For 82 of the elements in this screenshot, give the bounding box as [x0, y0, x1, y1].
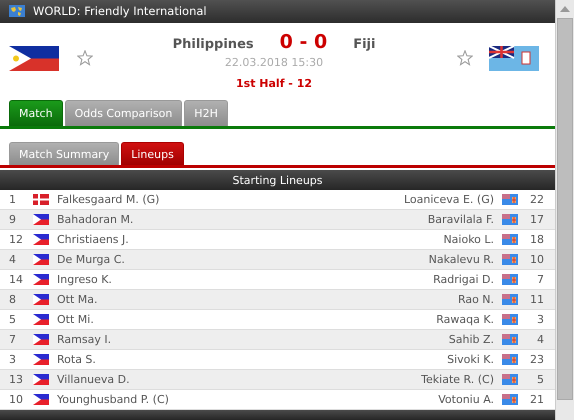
player-name[interactable]: Rota S. — [57, 353, 96, 366]
player-name[interactable]: Sahib Z. — [448, 333, 494, 346]
tab[interactable]: Lineups — [121, 142, 184, 166]
player-name[interactable]: Christiaens J. — [57, 233, 129, 246]
flag-icon — [502, 294, 518, 306]
player-name[interactable]: Rao N. — [458, 293, 494, 306]
shirt-number: 5 — [9, 313, 17, 326]
shirt-number: 18 — [529, 233, 544, 246]
tab[interactable]: Match — [9, 100, 63, 126]
section-title: Starting Lineups — [232, 174, 323, 187]
flag-icon — [502, 334, 518, 346]
score: 0 - 0 — [280, 30, 328, 53]
player-name[interactable]: Younghusband P. (C) — [57, 393, 169, 406]
player-name[interactable]: Votoniu A. — [438, 393, 494, 406]
flag-icon — [33, 274, 49, 286]
shirt-number: 7 — [536, 273, 544, 286]
flag-icon — [33, 294, 49, 306]
flag-icon — [33, 354, 49, 366]
flag-icon — [502, 234, 518, 246]
flag-icon — [33, 334, 49, 346]
player-name[interactable]: Tekiate R. (C) — [421, 373, 494, 386]
shirt-number: 17 — [529, 213, 544, 226]
flag-icon — [33, 214, 49, 226]
flag-icon — [9, 46, 59, 71]
shirt-number: 8 — [9, 293, 17, 306]
shirt-number: 7 — [9, 333, 17, 346]
player-name[interactable]: Ott Mi. — [57, 313, 94, 326]
favorite-star-icon[interactable] — [457, 50, 474, 66]
player-name[interactable]: Rawaqa K. — [436, 313, 494, 326]
player-name[interactable]: Villanueva D. — [57, 373, 130, 386]
scrollbar[interactable] — [555, 0, 574, 420]
player-name[interactable]: Sivoki K. — [447, 353, 494, 366]
away-team-name: Fiji — [353, 36, 376, 52]
flag-icon — [502, 274, 518, 286]
flag-icon — [33, 374, 49, 386]
flag-icon — [33, 254, 49, 266]
player-name[interactable]: Falkesgaard M. (G) — [57, 193, 160, 206]
player-name[interactable]: De Murga C. — [57, 253, 125, 266]
shirt-number: 4 — [536, 333, 544, 346]
player-name[interactable]: Radrigai D. — [433, 273, 494, 286]
shirt-number: 10 — [529, 253, 544, 266]
flag-icon — [33, 234, 49, 246]
player-name[interactable]: Loaniceva E. (G) — [404, 193, 494, 206]
shirt-number: 4 — [9, 253, 17, 266]
flag-icon — [33, 394, 49, 406]
shirt-number: 13 — [9, 373, 24, 386]
shirt-number: 14 — [9, 273, 24, 286]
flag-icon — [33, 314, 49, 326]
shirt-number: 1 — [9, 193, 17, 206]
flag-icon — [502, 354, 518, 366]
player-name[interactable]: Nakalevu R. — [428, 253, 494, 266]
player-name[interactable]: Ramsay I. — [57, 333, 112, 346]
shirt-number: 9 — [9, 213, 17, 226]
shirt-number: 22 — [529, 193, 544, 206]
flag-icon — [502, 314, 518, 326]
flag-icon — [33, 194, 49, 206]
flag-icon — [502, 194, 518, 206]
shirt-number: 3 — [9, 353, 17, 366]
shirt-number: 12 — [9, 233, 24, 246]
shirt-number: 11 — [529, 293, 544, 306]
shirt-number: 21 — [529, 393, 544, 406]
match-status: 1st Half - 12 — [236, 76, 312, 90]
scroll-thumb[interactable] — [557, 18, 574, 400]
shirt-number: 5 — [536, 373, 544, 386]
player-name[interactable]: Bahadoran M. — [57, 213, 134, 226]
flag-icon — [502, 254, 518, 266]
shirt-number: 23 — [529, 353, 544, 366]
shirt-number: 3 — [536, 313, 544, 326]
home-team-name: Philippines — [172, 36, 254, 52]
flag-icon — [502, 394, 518, 406]
flag-icon — [489, 46, 540, 71]
player-name[interactable]: Naioko L. — [443, 233, 494, 246]
player-name[interactable]: Ott Ma. — [57, 293, 98, 306]
competition-title: WORLD: Friendly International — [33, 4, 207, 18]
player-name[interactable]: Ingreso K. — [57, 273, 112, 286]
favorite-star-icon[interactable] — [77, 50, 93, 66]
player-name[interactable]: Baravilala F. — [428, 213, 494, 226]
shirt-number: 10 — [9, 393, 24, 406]
flag-icon — [502, 214, 518, 226]
match-datetime: 22.03.2018 15:30 — [224, 56, 324, 69]
flag-icon — [502, 374, 518, 386]
world-map-icon — [9, 5, 25, 18]
